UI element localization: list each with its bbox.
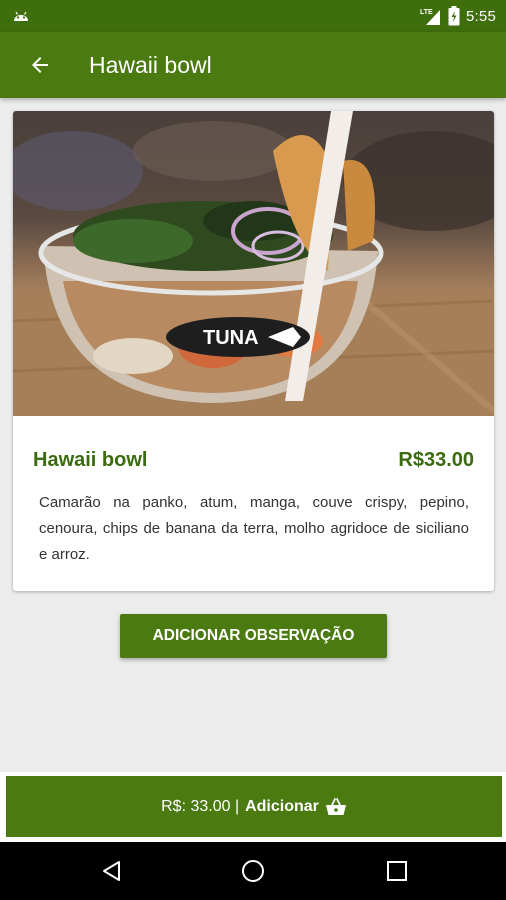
android-icon — [14, 11, 28, 21]
lte-signal-icon: LTE — [420, 9, 440, 25]
nav-recents-icon[interactable] — [385, 859, 409, 883]
product-price: R$33.00 — [398, 449, 474, 471]
product-image: TUNA — [13, 111, 494, 416]
battery-icon — [448, 6, 460, 26]
back-arrow-icon[interactable] — [28, 53, 52, 77]
status-bar: LTE 5:55 — [0, 0, 506, 32]
add-to-cart-button[interactable]: R$: 33.00 | Adicionar — [6, 776, 502, 837]
system-nav-bar — [0, 842, 506, 900]
basket-icon — [325, 797, 346, 815]
status-time: 5:55 — [466, 7, 496, 25]
image-logo-text: TUNA — [203, 327, 259, 349]
total-price: R$: 33.00 | — [161, 797, 240, 815]
add-observation-button[interactable]: ADICIONAR OBSERVAÇÃO — [120, 614, 387, 658]
product-name: Hawaii bowl — [33, 449, 148, 471]
product-description: Camarão na panko, atum, manga, couve cri… — [39, 494, 469, 563]
product-card: TUNA Hawaii bowl R$33.00 Camarão na pank… — [13, 111, 494, 591]
svg-text:LTE: LTE — [420, 9, 433, 16]
page-title: Hawaii bowl — [89, 52, 212, 78]
nav-back-icon[interactable] — [100, 859, 124, 883]
app-bar: Hawaii bowl — [0, 32, 506, 98]
poke-bowl-illustration: TUNA — [13, 111, 494, 416]
nav-home-icon[interactable] — [241, 859, 265, 883]
add-label: Adicionar — [245, 797, 319, 815]
